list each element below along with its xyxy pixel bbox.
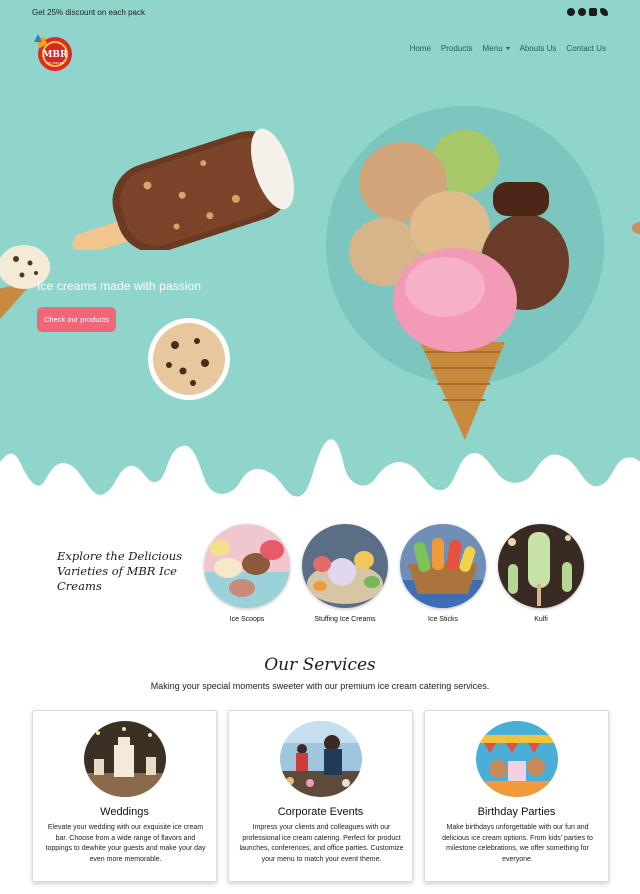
birthday-parties-image: [475, 721, 558, 797]
variety-stuffing-ice-creams[interactable]: Stuffing Ice Creams: [301, 524, 389, 623]
service-card-description: Elevate your wedding with our exquisite …: [45, 824, 206, 863]
service-card-title: Weddings: [100, 806, 149, 818]
variety-label: Ice Sticks: [428, 616, 458, 623]
service-card-birthday-parties[interactable]: Birthday Parties Make birthdays unforget…: [424, 710, 609, 882]
weddings-image: [83, 721, 166, 797]
kulfi-image: [498, 524, 584, 608]
chevron-down-icon: [505, 47, 510, 51]
ice-sticks-image: [400, 524, 486, 608]
ice-cream-cup-image: [148, 318, 230, 400]
facebook-icon[interactable]: [578, 8, 586, 16]
service-card-title: Corporate Events: [277, 806, 364, 818]
social-links: [567, 8, 608, 16]
hero-section: Get 25% discount on each pack MBR ICE CR…: [0, 0, 640, 510]
nav-menu-dropdown[interactable]: Menu: [483, 44, 510, 53]
check-products-button[interactable]: Check our products: [37, 307, 116, 332]
variety-label: Ice Scoops: [229, 616, 265, 623]
service-card-corporate-events[interactable]: Corporate Events Impress your clients an…: [228, 710, 413, 882]
variety-ice-sticks[interactable]: Ice Sticks: [399, 524, 487, 623]
hero-title: Ice creams made with passion: [37, 279, 202, 293]
variety-label: Stuffing Ice Creams: [314, 616, 376, 623]
service-card-description: Make birthdays unforgettable with our fu…: [442, 824, 593, 863]
stuffing-ice-creams-image: [302, 524, 388, 608]
chocolate-bar-image: [72, 128, 294, 250]
variety-kulfi[interactable]: Kulfi: [497, 524, 585, 623]
nav-contact[interactable]: Contact Us: [566, 44, 606, 53]
service-card-title: Birthday Parties: [477, 806, 556, 818]
services-title: Our Services: [264, 655, 376, 675]
drip-divider: [0, 439, 640, 510]
ice-scoops-image: [204, 524, 290, 608]
twitter-icon[interactable]: [600, 8, 608, 16]
brand-logo[interactable]: MBR ICE CREAMS: [30, 30, 76, 74]
nav-home[interactable]: Home: [410, 44, 431, 53]
nav-menu-label: Menu: [482, 44, 503, 53]
services-subtitle: Making your special moments sweeter with…: [150, 681, 490, 691]
corporate-events-image: [279, 721, 362, 797]
logo-text: MBR: [42, 50, 68, 60]
service-card-weddings[interactable]: Weddings Elevate your wedding with our e…: [32, 710, 217, 882]
instagram-icon[interactable]: [589, 8, 597, 16]
nav-products[interactable]: Products: [441, 44, 473, 53]
variety-label: Kulfi: [534, 616, 548, 623]
whatsapp-icon[interactable]: [567, 8, 575, 16]
logo-subtext: ICE CREAMS: [46, 61, 65, 65]
nav-about[interactable]: Abouts Us: [520, 44, 557, 53]
partial-scoop-image: [632, 222, 640, 234]
variety-ice-scoops[interactable]: Ice Scoops: [203, 524, 291, 623]
main-nav: Home Products Menu Abouts Us Contact Us: [410, 44, 606, 53]
service-card-description: Impress your clients and colleagues with…: [239, 824, 404, 863]
ice-cream-cone-image: [349, 130, 569, 440]
promo-text: Get 25% discount on each pack: [32, 8, 145, 17]
varieties-heading: Explore the Delicious Varieties of MBR I…: [57, 549, 183, 593]
